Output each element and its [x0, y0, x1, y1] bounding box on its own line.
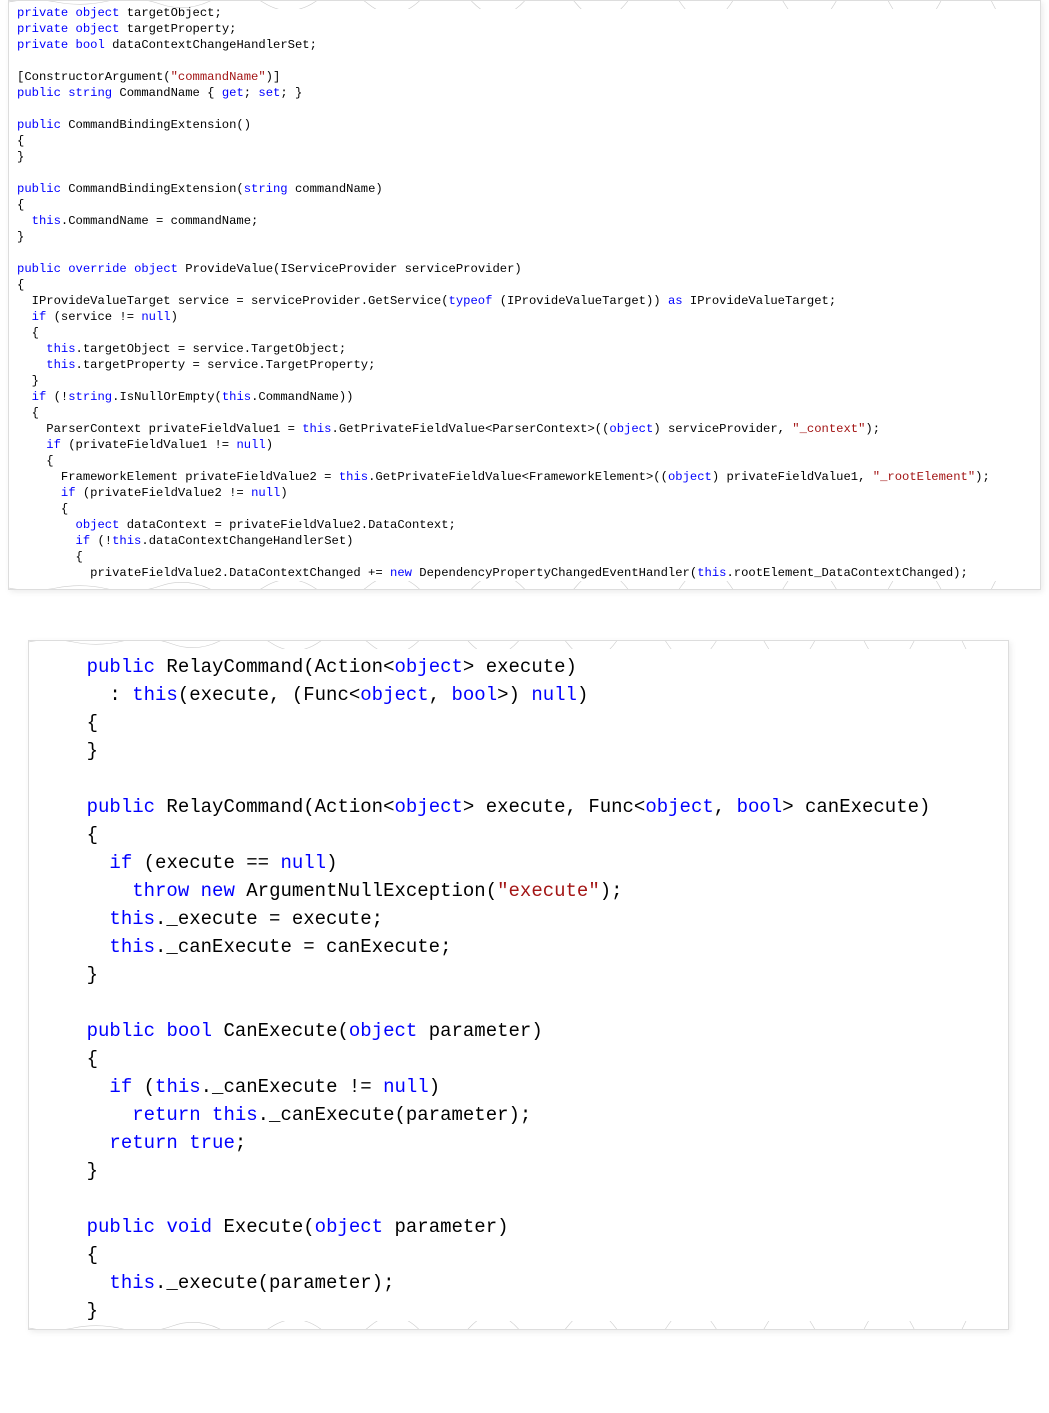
code-snippet-top: private object targetObject; private obj…	[8, 0, 1041, 590]
code-snippet-bottom: public RelayCommand(Action<object> execu…	[28, 640, 1009, 1330]
torn-edge-top	[28, 640, 1009, 649]
code-content-bottom: public RelayCommand(Action<object> execu…	[41, 653, 996, 1325]
torn-edge-bottom	[8, 581, 1041, 590]
code-content-top: private object targetObject; private obj…	[17, 5, 1032, 581]
